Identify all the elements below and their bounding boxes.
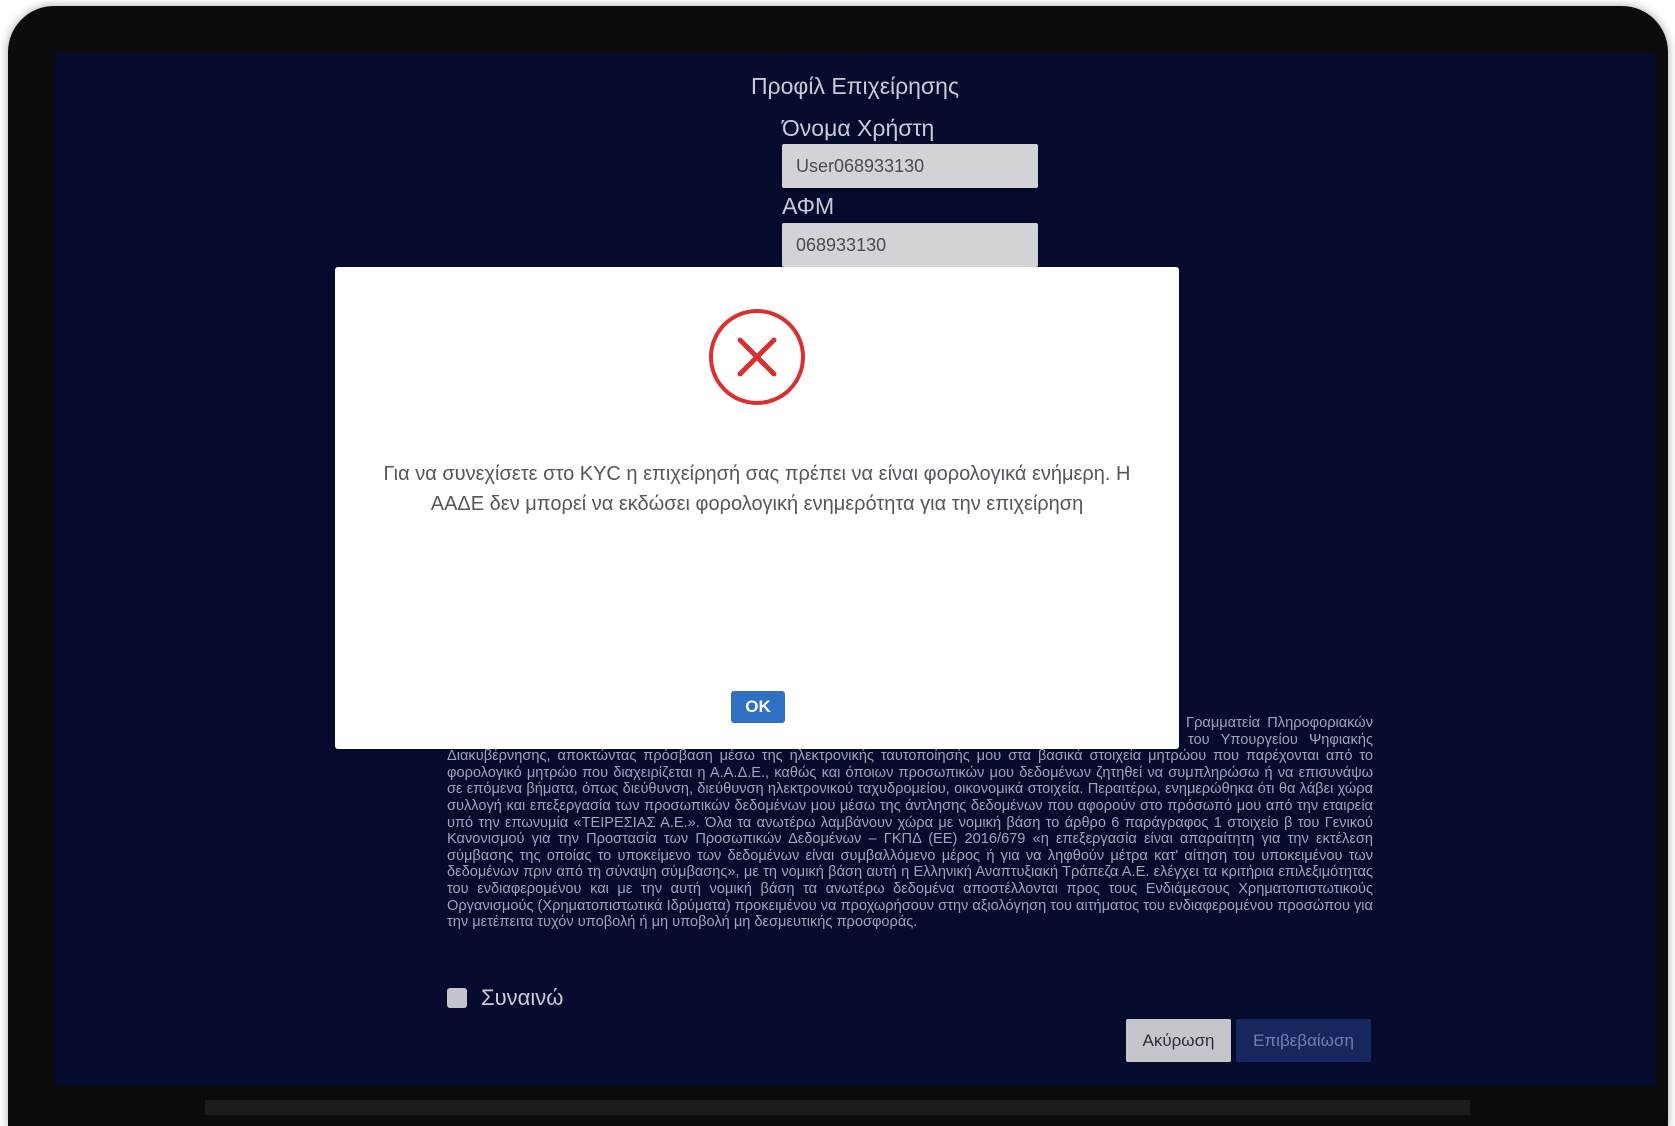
laptop-base-edge	[205, 1100, 1470, 1115]
modal-overlay: Για να συνεχίσετε στο KYC η επιχείρησή σ…	[55, 53, 1655, 1085]
laptop-frame: Προφίλ Επιχείρησης Όνομα Χρήστη ΑΦΜ Συνα…	[8, 6, 1668, 1126]
dialog-message: Για να συνεχίσετε στο KYC η επιχείρησή σ…	[375, 459, 1139, 519]
error-dialog: Για να συνεχίσετε στο KYC η επιχείρησή σ…	[335, 267, 1179, 749]
dialog-message-line-2: ΑΑΔΕ δεν μπορεί να εκδώσει φορολογική εν…	[430, 493, 1084, 515]
screen: Προφίλ Επιχείρησης Όνομα Χρήστη ΑΦΜ Συνα…	[55, 53, 1655, 1085]
ok-button[interactable]: OK	[731, 691, 785, 723]
error-x-circle-icon	[709, 309, 805, 405]
dialog-message-line-1: Για να συνεχίσετε στο KYC η επιχείρησή σ…	[383, 463, 1131, 485]
